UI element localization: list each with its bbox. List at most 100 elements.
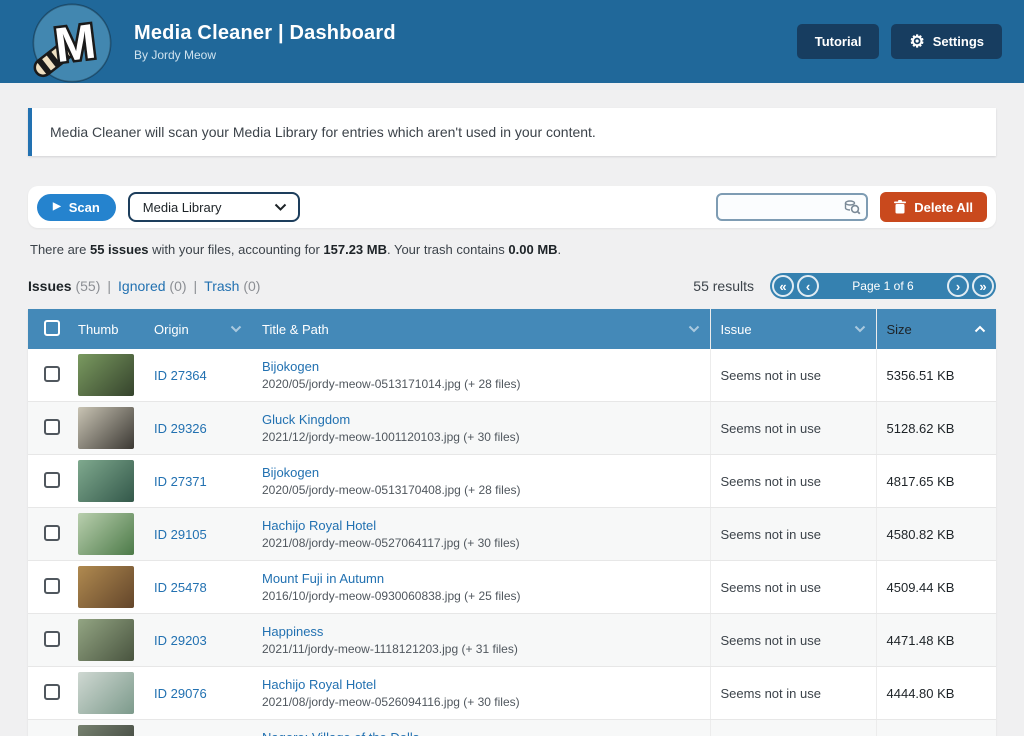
thumbnail-image[interactable] bbox=[78, 672, 134, 714]
column-title-path[interactable]: Title & Path bbox=[252, 309, 710, 349]
notice-text: Media Cleaner will scan your Media Libra… bbox=[50, 124, 596, 140]
main-content: Media Cleaner will scan your Media Libra… bbox=[0, 83, 1024, 736]
origin-link[interactable]: ID 29076 bbox=[154, 686, 207, 701]
page-subtitle: By Jordy Meow bbox=[134, 48, 396, 62]
issue-cell: Seems not in use bbox=[710, 561, 876, 614]
thumbnail-image[interactable] bbox=[78, 407, 134, 449]
svg-text:M: M bbox=[52, 14, 99, 73]
notice-banner: Media Cleaner will scan your Media Libra… bbox=[28, 108, 996, 156]
file-path: 2016/10/jordy-meow-0930060838.jpg (+ 25 … bbox=[262, 589, 700, 603]
search-input[interactable] bbox=[726, 199, 843, 216]
origin-link[interactable]: ID 29203 bbox=[154, 633, 207, 648]
sort-down-icon bbox=[854, 325, 866, 333]
origin-link[interactable]: ID 25478 bbox=[154, 580, 207, 595]
origin-link[interactable]: ID 29105 bbox=[154, 527, 207, 542]
table-row: ID 29076 Hachijo Royal Hotel 2021/08/jor… bbox=[28, 667, 996, 720]
scan-button[interactable]: ▶ Scan bbox=[37, 194, 116, 221]
thumbnail-image[interactable] bbox=[78, 354, 134, 396]
prev-page-button[interactable]: ‹ bbox=[797, 275, 819, 297]
issues-table: Thumb Origin Title & Path Issue bbox=[28, 309, 996, 736]
thumbnail-image[interactable] bbox=[78, 725, 134, 736]
next-page-button[interactable]: › bbox=[947, 275, 969, 297]
row-checkbox[interactable] bbox=[44, 419, 60, 435]
source-select-value: Media Library bbox=[143, 200, 222, 215]
issue-cell: Seems not in use bbox=[710, 402, 876, 455]
issue-cell: Seems not in use bbox=[710, 349, 876, 402]
column-size[interactable]: Size bbox=[876, 309, 996, 349]
source-select[interactable]: Media Library bbox=[128, 192, 300, 222]
header-titles: Media Cleaner | Dashboard By Jordy Meow bbox=[134, 22, 396, 62]
issue-cell: Seems not in use bbox=[710, 508, 876, 561]
tutorial-button[interactable]: Tutorial bbox=[797, 24, 880, 59]
origin-link[interactable]: ID 29326 bbox=[154, 421, 207, 436]
file-path: 2021/08/jordy-meow-0527064117.jpg (+ 30 … bbox=[262, 536, 700, 550]
title-link[interactable]: Bijokogen bbox=[262, 465, 319, 480]
origin-link[interactable]: ID 27364 bbox=[154, 368, 207, 383]
results-count: 55 results bbox=[693, 278, 754, 294]
thumbnail-image[interactable] bbox=[78, 460, 134, 502]
sort-down-icon bbox=[230, 325, 242, 333]
scan-button-label: Scan bbox=[69, 200, 100, 215]
title-link[interactable]: Hachijo Royal Hotel bbox=[262, 677, 376, 692]
file-path: 2021/08/jordy-meow-0526094116.jpg (+ 30 … bbox=[262, 695, 700, 709]
last-page-button[interactable]: » bbox=[972, 275, 994, 297]
size-cell: 5128.62 KB bbox=[876, 402, 996, 455]
size-cell: 4432.80 KB bbox=[876, 720, 996, 736]
file-path: 2021/11/jordy-meow-1118121203.jpg (+ 31 … bbox=[262, 642, 700, 656]
settings-button-label: Settings bbox=[933, 34, 984, 49]
origin-link[interactable]: ID 27371 bbox=[154, 474, 207, 489]
issue-cell: Seems not in use bbox=[710, 720, 876, 736]
pagination: « ‹ Page 1 of 6 › » bbox=[770, 273, 996, 299]
row-checkbox[interactable] bbox=[44, 578, 60, 594]
size-cell: 4444.80 KB bbox=[876, 667, 996, 720]
toolbar: ▶ Scan Media Library Delet bbox=[28, 186, 996, 228]
size-cell: 4509.44 KB bbox=[876, 561, 996, 614]
row-checkbox[interactable] bbox=[44, 366, 60, 382]
header: M Media Cleaner | Dashboard By Jordy Meo… bbox=[0, 0, 1024, 83]
column-origin[interactable]: Origin bbox=[144, 309, 252, 349]
issue-cell: Seems not in use bbox=[710, 667, 876, 720]
tab-issues[interactable]: Issues (55) bbox=[28, 278, 100, 294]
title-link[interactable]: Hachijo Royal Hotel bbox=[262, 518, 376, 533]
thumbnail-image[interactable] bbox=[78, 619, 134, 661]
trash-icon bbox=[894, 200, 906, 214]
list-navigation: Issues (55) | Ignored (0) | Trash (0) 55… bbox=[28, 273, 996, 299]
tab-trash[interactable]: Trash (0) bbox=[204, 278, 260, 294]
thumbnail-image[interactable] bbox=[78, 513, 134, 555]
settings-button[interactable]: ⚙ Settings bbox=[891, 24, 1002, 59]
thumbnail-image[interactable] bbox=[78, 566, 134, 608]
column-thumb[interactable]: Thumb bbox=[68, 309, 144, 349]
row-checkbox[interactable] bbox=[44, 631, 60, 647]
row-checkbox[interactable] bbox=[44, 525, 60, 541]
size-cell: 4817.65 KB bbox=[876, 455, 996, 508]
row-checkbox[interactable] bbox=[44, 684, 60, 700]
file-path: 2021/12/jordy-meow-1001120103.jpg (+ 30 … bbox=[262, 430, 700, 444]
status-text: There are 55 issues with your files, acc… bbox=[30, 242, 996, 257]
size-cell: 4471.48 KB bbox=[876, 614, 996, 667]
table-row: ID 25478 Mount Fuji in Autumn 2016/10/jo… bbox=[28, 561, 996, 614]
table-header-row: Thumb Origin Title & Path Issue bbox=[28, 309, 996, 349]
tab-separator: | bbox=[107, 278, 111, 294]
search-box[interactable] bbox=[716, 193, 868, 221]
header-actions: Tutorial ⚙ Settings bbox=[797, 24, 1002, 59]
delete-all-button[interactable]: Delete All bbox=[880, 192, 987, 222]
tab-separator: | bbox=[194, 278, 198, 294]
row-checkbox[interactable] bbox=[44, 472, 60, 488]
select-all-checkbox[interactable] bbox=[44, 320, 60, 336]
table-row: ID 27371 Bijokogen 2020/05/jordy-meow-05… bbox=[28, 455, 996, 508]
title-link[interactable]: Mount Fuji in Autumn bbox=[262, 571, 384, 586]
select-all-header bbox=[28, 309, 68, 349]
column-issue[interactable]: Issue bbox=[710, 309, 876, 349]
title-link[interactable]: Happiness bbox=[262, 624, 323, 639]
first-page-button[interactable]: « bbox=[772, 275, 794, 297]
title-link[interactable]: Nagoro: Village of the Dolls bbox=[262, 730, 419, 736]
search-icon bbox=[843, 198, 861, 216]
title-link[interactable]: Bijokogen bbox=[262, 359, 319, 374]
title-link[interactable]: Gluck Kingdom bbox=[262, 412, 350, 427]
page-indicator: Page 1 of 6 bbox=[822, 279, 944, 293]
table-row: ID 29105 Hachijo Royal Hotel 2021/08/jor… bbox=[28, 508, 996, 561]
tab-ignored[interactable]: Ignored (0) bbox=[118, 278, 187, 294]
issue-cell: Seems not in use bbox=[710, 455, 876, 508]
chevron-down-icon bbox=[274, 203, 287, 211]
page-title: Media Cleaner | Dashboard bbox=[134, 22, 396, 45]
